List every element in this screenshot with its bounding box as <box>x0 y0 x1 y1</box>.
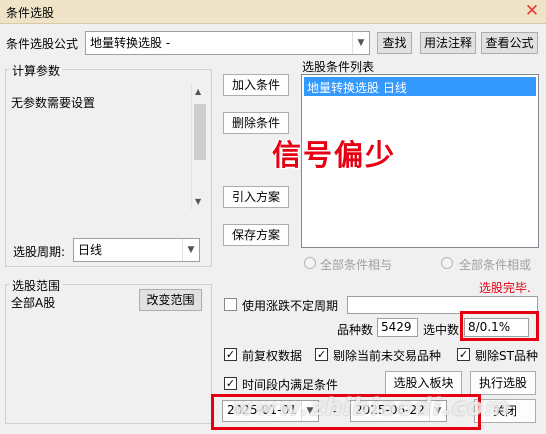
signal-annotation: 信号偏少 <box>272 138 397 172</box>
scroll-thumb[interactable] <box>194 104 206 160</box>
chevron-down-icon: ▼ <box>182 239 199 261</box>
period-label: 选股周期: <box>13 245 66 259</box>
watermark: www.zhibiaodi.com <box>232 393 511 421</box>
add-to-block-button[interactable]: 选股入板块 <box>385 371 462 395</box>
forward-adjust-label: 前复权数据 <box>242 349 303 363</box>
add-condition-button[interactable]: 加入条件 <box>223 74 289 96</box>
period-value: 日线 <box>78 243 103 257</box>
selected-highlight-box <box>460 311 539 341</box>
exclude-st-checkbox[interactable]: ✓ <box>457 348 470 361</box>
time-range-label: 时间段内满足条件 <box>242 378 339 392</box>
period-select[interactable]: 日线 ▼ <box>73 238 200 262</box>
all-or-label: 全部条件相或 <box>459 258 532 272</box>
scroll-up-icon[interactable]: ▲ <box>195 87 201 96</box>
range-value: 全部A股 <box>11 296 56 310</box>
status-text: 选股完毕. <box>479 281 531 295</box>
all-and-radio[interactable] <box>304 257 316 269</box>
all-or-radio[interactable] <box>441 257 453 269</box>
remove-condition-button[interactable]: 删除条件 <box>223 112 289 134</box>
exclude-untraded-checkbox[interactable]: ✓ <box>315 348 328 361</box>
view-formula-button[interactable]: 查看公式 <box>481 32 538 54</box>
usage-button[interactable]: 用法注释 <box>420 32 476 54</box>
close-icon[interactable]: ✕ <box>518 0 546 23</box>
import-plan-button[interactable]: 引入方案 <box>223 186 289 208</box>
count-label: 品种数 <box>337 323 374 337</box>
params-group-title: 计算参数 <box>9 62 64 79</box>
all-and-label: 全部条件相与 <box>320 258 393 272</box>
run-selection-button[interactable]: 执行选股 <box>470 371 536 395</box>
list-item[interactable]: 地量转换选股 日线 <box>304 77 536 96</box>
formula-value: 地量转换选股 - <box>90 36 171 50</box>
change-range-button[interactable]: 改变范围 <box>139 289 202 311</box>
window-title: 条件选股 <box>6 6 55 20</box>
exclude-st-label: 剔除ST品种 <box>475 349 538 363</box>
params-text: 无参数需要设置 <box>11 96 96 110</box>
count-value: 5429 <box>377 318 418 337</box>
formula-label: 条件选股公式 <box>6 37 79 51</box>
save-plan-button[interactable]: 保存方案 <box>223 224 289 246</box>
find-button[interactable]: 查找 <box>377 32 412 54</box>
time-range-checkbox[interactable]: ✓ <box>224 377 237 390</box>
variable-period-label: 使用涨跌不定周期 <box>242 299 339 313</box>
variable-period-checkbox[interactable] <box>224 298 237 311</box>
formula-select[interactable]: 地量转换选股 - ▼ <box>85 31 370 55</box>
conditions-title: 选股条件列表 <box>302 60 375 74</box>
range-group-title: 选股范围 <box>9 277 64 294</box>
scroll-down-icon[interactable]: ▼ <box>195 197 201 206</box>
title-bar: 条件选股 ✕ <box>0 0 546 24</box>
selected-label: 选中数 <box>423 323 460 337</box>
forward-adjust-checkbox[interactable]: ✓ <box>224 348 237 361</box>
exclude-untraded-label: 剔除当前未交易品种 <box>333 349 442 363</box>
params-scrollbar[interactable]: ▲ ▼ <box>191 84 208 210</box>
chevron-down-icon: ▼ <box>352 32 369 54</box>
